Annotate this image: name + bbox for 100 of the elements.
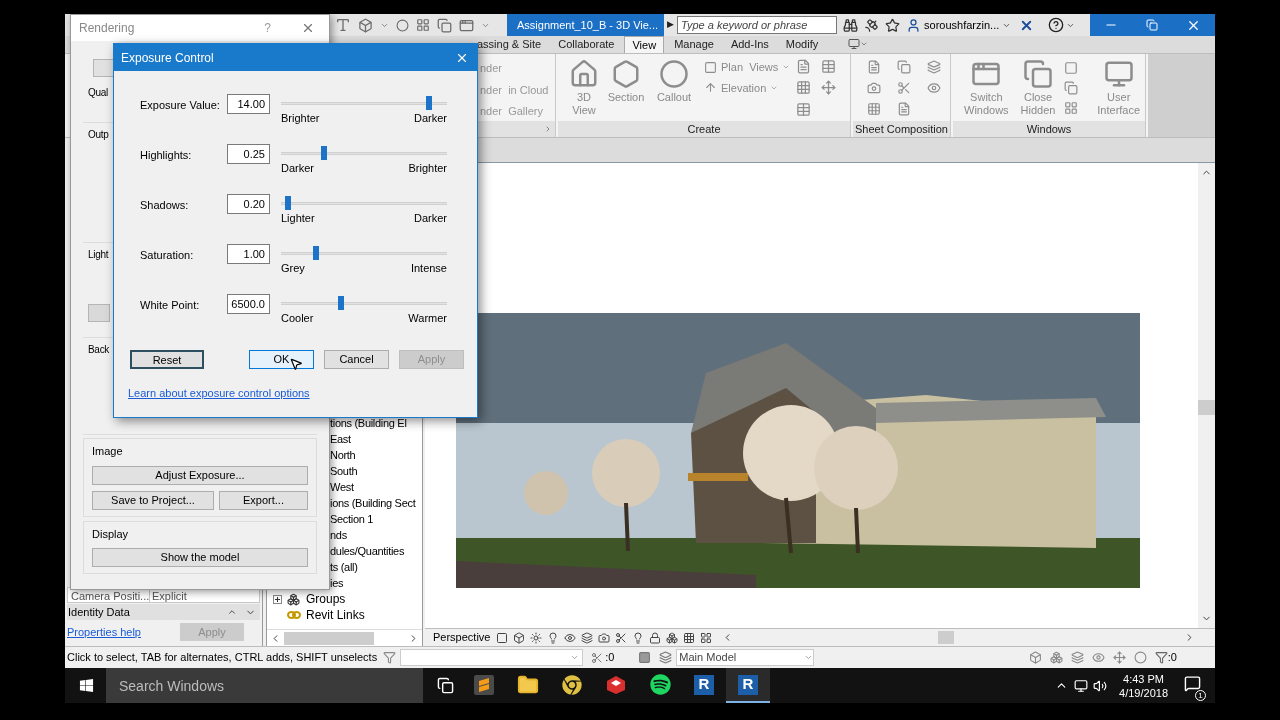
arrow-glyph[interactable]: ▶ xyxy=(664,18,678,32)
folder-icon[interactable] xyxy=(517,673,539,696)
view-control-icon[interactable] xyxy=(615,631,628,644)
caret-icon[interactable] xyxy=(570,653,580,662)
ribbon-icon[interactable] xyxy=(1103,59,1134,89)
revit-app[interactable]: R xyxy=(694,674,714,695)
filter-icon[interactable] xyxy=(1154,651,1168,664)
scrollbar-thumb[interactable] xyxy=(1198,400,1215,415)
slider-thumb[interactable] xyxy=(425,96,432,110)
tree-item[interactable]: dules/Quantities xyxy=(330,542,405,560)
document-title[interactable]: Assignment_10_B - 3D Vie... xyxy=(507,14,665,36)
view-control-icon[interactable] xyxy=(564,631,577,644)
selection-icon[interactable] xyxy=(1112,651,1126,664)
value-field[interactable]: 1.00 xyxy=(227,244,270,264)
tree-item[interactable]: ts (all) xyxy=(330,558,358,576)
caret-icon[interactable] xyxy=(804,653,814,662)
tree-item[interactable]: East xyxy=(330,430,351,448)
slider-track[interactable] xyxy=(281,244,447,262)
layers-icon[interactable] xyxy=(659,651,673,664)
windows-logo-icon[interactable] xyxy=(79,678,94,693)
tree-item[interactable]: tions (Building El xyxy=(330,414,407,432)
windows-icon[interactable] xyxy=(459,17,474,33)
expander-icon[interactable] xyxy=(273,594,282,604)
view-control-icon[interactable] xyxy=(530,631,543,644)
ribbon-icon[interactable] xyxy=(611,59,641,89)
restore-icon[interactable] xyxy=(1146,19,1158,31)
ribbon-icon[interactable] xyxy=(659,59,689,89)
view-control-icon[interactable] xyxy=(513,631,526,644)
window-icon[interactable] xyxy=(1064,81,1079,95)
help-icon[interactable] xyxy=(1048,17,1065,33)
search-field[interactable]: Search Windows xyxy=(106,668,423,703)
export-button[interactable]: Export... xyxy=(219,490,308,510)
ribbon-tab[interactable]: Collaborate xyxy=(551,36,622,53)
plan-icon[interactable] xyxy=(704,60,717,74)
tree-item[interactable]: West xyxy=(330,478,354,496)
slider-thumb[interactable] xyxy=(337,296,344,310)
selection-icon[interactable] xyxy=(1091,651,1105,664)
view-control-icon[interactable] xyxy=(649,631,662,644)
value-field[interactable]: 0.25 xyxy=(227,144,270,164)
table-icon[interactable] xyxy=(821,59,837,75)
grid-icon[interactable] xyxy=(796,80,812,96)
clock-date[interactable]: 4/19/2018 xyxy=(1119,685,1168,700)
tree-item[interactable]: South xyxy=(330,462,358,480)
value-field[interactable]: 0.20 xyxy=(227,194,270,214)
save-button[interactable]: Save to Project... xyxy=(92,490,214,510)
selection-icon[interactable] xyxy=(1070,651,1084,664)
value-field[interactable]: 6500.0 xyxy=(227,294,270,314)
binoculars-icon[interactable] xyxy=(843,17,859,33)
app-icon[interactable] xyxy=(474,674,494,695)
ribbon-tab[interactable]: View xyxy=(624,36,665,53)
move-icon[interactable] xyxy=(821,80,837,96)
task-view-icon[interactable] xyxy=(437,677,454,694)
network-icon[interactable] xyxy=(1074,678,1089,693)
user-name[interactable]: soroushfarzin... xyxy=(924,16,1000,34)
help-link[interactable]: Properties help xyxy=(67,623,180,641)
table-icon[interactable] xyxy=(796,101,812,117)
tree-item[interactable]: ions (Building Sect xyxy=(330,494,416,512)
view-scale[interactable]: Perspective xyxy=(433,629,491,646)
slider-thumb[interactable] xyxy=(321,146,328,160)
adjust-exposure-button[interactable]: Adjust Exposure... xyxy=(92,465,308,485)
satellite-icon[interactable] xyxy=(864,17,880,33)
user-icon[interactable] xyxy=(906,17,922,33)
slider-thumb[interactable] xyxy=(284,196,291,210)
tree-item[interactable]: nds xyxy=(330,526,347,544)
property-value[interactable]: Explicit xyxy=(150,588,242,602)
scrollbar-thumb[interactable] xyxy=(284,631,374,645)
tree-item[interactable]: ies xyxy=(330,574,344,592)
volume-icon[interactable] xyxy=(1093,678,1108,693)
dialog-button[interactable]: OK xyxy=(249,350,314,369)
model-dropdown[interactable]: Main Model xyxy=(676,649,815,666)
view-control-icon[interactable] xyxy=(496,631,509,644)
dropdown-field[interactable] xyxy=(400,649,584,666)
clock-time[interactable]: 4:43 PM xyxy=(1123,671,1164,686)
panel-icon[interactable] xyxy=(848,38,861,50)
browser-icon[interactable] xyxy=(562,674,582,695)
ribbon-icon[interactable] xyxy=(1023,59,1053,89)
window-icon[interactable] xyxy=(1064,61,1079,75)
cube-icon[interactable] xyxy=(358,17,373,33)
window-icon[interactable] xyxy=(1064,101,1079,115)
selection-icon[interactable] xyxy=(1028,651,1042,664)
view-control-icon[interactable] xyxy=(666,631,679,644)
tree-item[interactable]: North xyxy=(330,446,356,464)
help-link[interactable]: Learn about exposure control options xyxy=(128,387,310,399)
view-control-icon[interactable] xyxy=(700,631,713,644)
music-icon[interactable] xyxy=(649,674,671,695)
filter-icon[interactable] xyxy=(383,651,397,664)
dialog-button[interactable]: Cancel xyxy=(324,350,389,369)
value-field[interactable]: 14.00 xyxy=(227,94,270,114)
view-control-icon[interactable] xyxy=(581,631,594,644)
ribbon-tab[interactable]: Manage xyxy=(667,36,721,53)
tree-item[interactable]: Revit Links xyxy=(306,606,365,624)
dialog-button[interactable]: Reset xyxy=(130,350,204,369)
launcher-icon[interactable] xyxy=(544,125,552,133)
slider-track[interactable] xyxy=(281,294,447,312)
search-field[interactable]: Type a keyword or phrase xyxy=(677,16,838,34)
slider-thumb[interactable] xyxy=(312,246,319,260)
slider-track[interactable] xyxy=(281,94,447,112)
view-control-icon[interactable] xyxy=(632,631,645,644)
square-icon[interactable] xyxy=(638,651,652,664)
ribbon-icon[interactable] xyxy=(569,59,599,89)
